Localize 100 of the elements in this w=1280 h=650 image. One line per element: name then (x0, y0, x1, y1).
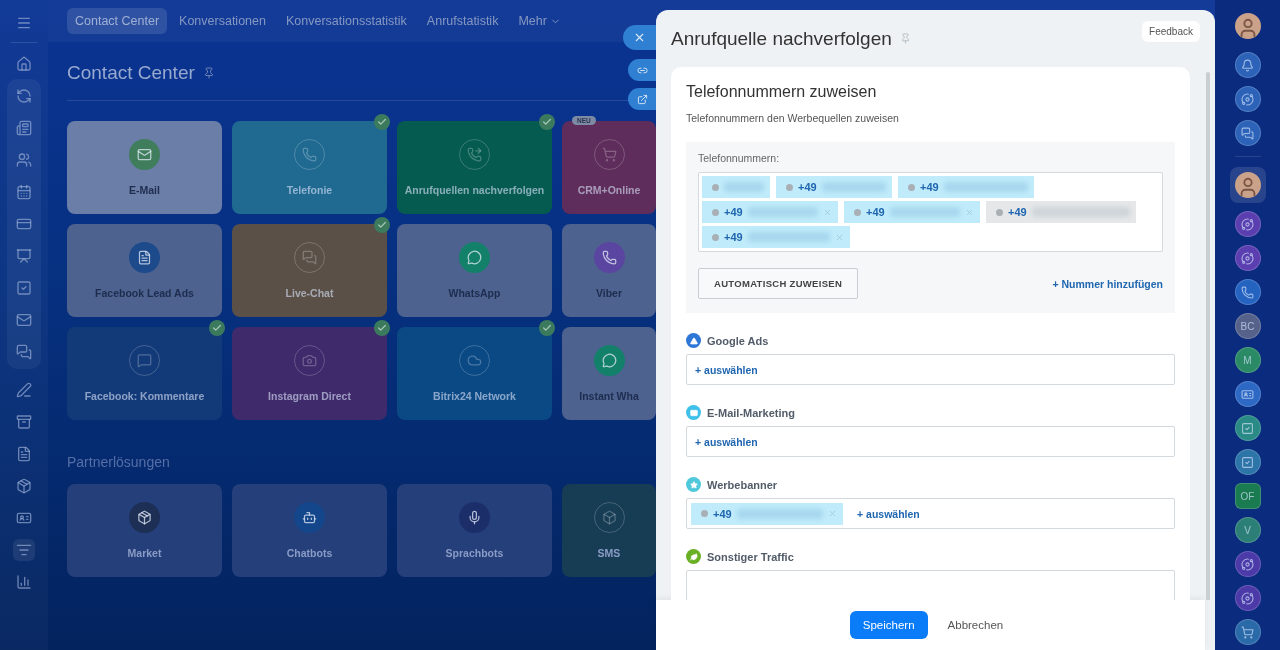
channel-card[interactable]: Chatbots (232, 484, 387, 577)
channel-label: Facebook Lead Ads (95, 287, 194, 299)
status-dot (854, 208, 861, 216)
spiral-icon[interactable] (1234, 86, 1261, 112)
phone-number: +49 (866, 206, 885, 218)
sidebar-icon[interactable] (13, 539, 35, 561)
source-name: Sonstiger Traffic (707, 550, 794, 563)
select-link[interactable]: + auswählen (691, 435, 758, 448)
phone-number: +49 (798, 181, 817, 193)
close-icon (633, 31, 646, 44)
nav-tab[interactable]: Mehr (510, 8, 569, 34)
channel-label: Viber (595, 287, 623, 299)
status-dot (712, 233, 719, 241)
source-field[interactable]: +49 + auswählen (686, 498, 1175, 529)
channel-card[interactable]: SMS (562, 484, 656, 577)
status-dot (701, 510, 708, 517)
cancel-button[interactable]: Abbrechen (939, 611, 1012, 639)
task-icon[interactable] (1234, 415, 1261, 441)
panel-title: Anrufquelle nachverfolgen (671, 27, 892, 50)
channel-label: Anrufquellen nachverfolgen (404, 184, 545, 196)
section-subtitle: Telefonnummern den Werbequellen zuweisen (686, 112, 900, 124)
channel-label: Sprachbots (445, 547, 504, 559)
user-avatar[interactable] (1229, 167, 1266, 203)
nav-tab[interactable]: Konversationsstatistik (277, 8, 415, 34)
channel-card[interactable]: Instagram Direct (232, 327, 387, 420)
channel-label: Chatbots (286, 547, 333, 559)
phone-tag[interactable]: +49 (702, 201, 838, 223)
spiral-icon[interactable] (1234, 551, 1261, 577)
save-button[interactable]: Speichern (849, 611, 928, 639)
pin-icon[interactable] (202, 67, 215, 79)
channel-card[interactable]: Sprachbots (397, 484, 552, 577)
phone-number: +49 (713, 507, 732, 520)
source-field[interactable]: + auswählen (686, 426, 1175, 457)
phone-tag[interactable]: +49 (844, 201, 980, 223)
phone-tag[interactable]: +49 (898, 176, 1034, 198)
phone-icon[interactable] (1234, 279, 1261, 305)
channel-card[interactable]: WhatsApp (397, 224, 552, 317)
status-dot (908, 183, 915, 191)
channel-label: Market (127, 547, 162, 559)
initials-avatar[interactable]: V (1234, 517, 1261, 543)
channel-card[interactable]: Instant Wha (562, 327, 656, 420)
link-button[interactable] (628, 59, 656, 81)
channel-card[interactable]: E-Mail (67, 121, 222, 214)
open-button[interactable] (628, 88, 656, 110)
channel-card[interactable]: Facebook Lead Ads (67, 224, 222, 317)
task-icon[interactable] (1234, 449, 1261, 475)
select-link[interactable]: + auswählen (691, 363, 758, 376)
channel-label: Instagram Direct (268, 390, 351, 402)
spiral-icon[interactable] (1234, 245, 1261, 271)
phone-tag[interactable]: +49 (691, 502, 843, 525)
channel-card[interactable]: Bitrix24 Network (397, 327, 552, 420)
phone-number: +49 (1008, 206, 1027, 218)
initials-avatar[interactable]: BC (1234, 313, 1261, 339)
channel-label: SMS (597, 547, 621, 559)
initials-avatar[interactable]: M (1234, 347, 1261, 373)
cart-icon[interactable] (1234, 619, 1261, 645)
initials-avatar[interactable]: OF (1234, 483, 1261, 509)
channel-label: CRM+Online (577, 184, 641, 196)
phone-tag[interactable]: +49 (702, 226, 850, 248)
bell-icon[interactable] (1234, 52, 1261, 78)
phone-tag[interactable]: +49 (776, 176, 892, 198)
status-dot (712, 208, 719, 216)
external-link-icon (636, 93, 648, 105)
add-number-link[interactable]: + Nummer hinzufügen (1052, 277, 1163, 290)
channel-label: Telefonie (286, 184, 333, 196)
spiral-icon[interactable] (1234, 585, 1261, 611)
auto-assign-button[interactable]: AUTOMATISCH ZUWEISEN (698, 268, 859, 299)
channel-card[interactable]: Facebook: Kommentare (67, 327, 222, 420)
channel-card[interactable]: Telefonie (232, 121, 387, 214)
channel-label: Facebook: Kommentare (84, 390, 205, 402)
source-name: E-Mail-Marketing (707, 406, 795, 419)
phone-number: +49 (920, 181, 939, 193)
scrollbar-thumb[interactable] (1206, 72, 1210, 600)
phone-number: +49 (724, 206, 743, 218)
channel-label: Live-Chat (285, 287, 334, 299)
nav-tab[interactable]: Anrufstatistik (418, 8, 507, 34)
chat-icon[interactable] (1234, 120, 1261, 146)
source-field[interactable]: + auswählen (686, 354, 1175, 385)
source-name: Google Ads (707, 334, 769, 347)
page-title: Contact Center (67, 62, 195, 84)
channel-card[interactable]: Market (67, 484, 222, 577)
channel-label: E-Mail (129, 184, 160, 196)
feedback-button[interactable]: Feedback (1142, 21, 1200, 42)
field-label: Telefonnummern: (698, 152, 781, 164)
section-title: Telefonnummern zuweisen (686, 83, 878, 101)
status-dot (786, 183, 793, 191)
status-dot (712, 183, 719, 191)
nav-tab[interactable]: Contact Center (67, 8, 168, 34)
card-icon[interactable] (1234, 381, 1261, 407)
phone-number: +49 (724, 231, 743, 243)
spiral-icon[interactable] (1234, 211, 1261, 237)
channel-card[interactable]: Viber (562, 224, 656, 317)
status-dot (996, 208, 1003, 216)
select-link[interactable]: + auswählen (853, 507, 920, 520)
close-button[interactable] (623, 25, 656, 50)
channel-label: Instant Wha (579, 390, 639, 402)
nav-tab[interactable]: Konversationen (171, 8, 274, 34)
source-name: Werbebanner (707, 478, 778, 491)
channel-card[interactable]: Live-Chat (232, 224, 387, 317)
channel-card[interactable]: Anrufquellen nachverfolgen (397, 121, 552, 214)
